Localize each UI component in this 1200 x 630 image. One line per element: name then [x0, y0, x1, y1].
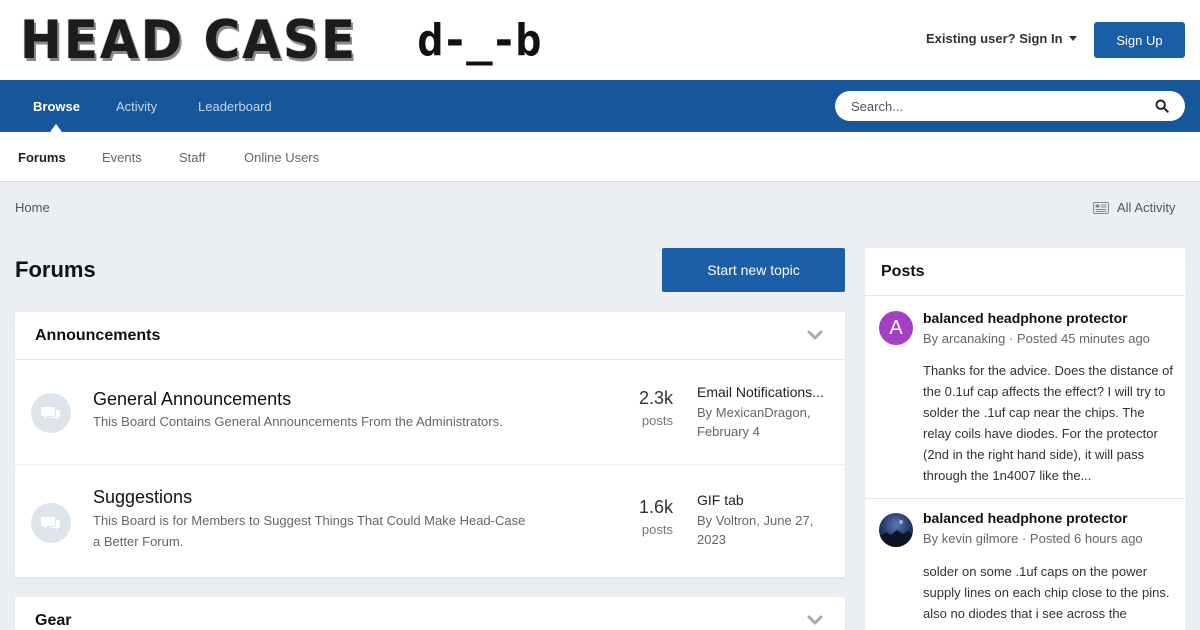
active-nav-pointer [50, 124, 62, 132]
page-title: Forums [15, 257, 96, 282]
category-gear: Gear [15, 597, 845, 630]
tab-forums[interactable]: Forums [18, 132, 66, 182]
last-post-author: By MexicanDragon, [697, 405, 811, 420]
nav-leaderboard[interactable]: Leaderboard [198, 80, 272, 132]
panel-title: Posts [865, 248, 1185, 296]
recent-post-item: balanced headphone protector By kevin gi… [865, 499, 1185, 630]
start-new-topic-button[interactable]: Start new topic [662, 248, 845, 292]
forum-post-count: 1.6k [638, 497, 673, 517]
all-activity-link[interactable]: All Activity [1093, 200, 1176, 215]
last-post-title[interactable]: Email Notifications... [697, 384, 837, 400]
avatar-photo [879, 520, 913, 547]
post-excerpt: Thanks for the advice. Does the distance… [923, 363, 1174, 483]
forum-chat-icon [31, 503, 71, 543]
forum-description: This Board Contains General Announcement… [93, 414, 503, 429]
sign-in-label: Existing user? Sign In [926, 31, 1063, 46]
post-excerpt: solder on some .1uf caps on the power su… [923, 564, 1170, 621]
logo-face: d-_-b [417, 14, 541, 66]
avatar[interactable]: A [879, 311, 913, 345]
forum-chat-icon [31, 393, 71, 433]
forum-post-count-label: posts [641, 522, 673, 537]
sign-in-link[interactable]: Existing user? Sign In [926, 31, 1077, 46]
category-header: Gear [15, 597, 845, 630]
secondary-nav: Forums Events Staff Online Users [0, 132, 1200, 182]
last-post-date: February 4 [697, 424, 760, 439]
logo-text: HEAD CASE [20, 9, 358, 71]
forum-title[interactable]: General Announcements [93, 389, 291, 410]
tab-events[interactable]: Events [102, 132, 142, 182]
activity-feed-icon [1093, 201, 1109, 214]
forum-row: Suggestions This Board is for Members to… [15, 465, 845, 576]
last-post-title[interactable]: GIF tab [697, 492, 837, 508]
post-meta: By kevin gilmore · Posted 6 hours ago [923, 531, 1143, 546]
tab-staff[interactable]: Staff [179, 132, 206, 182]
search-icon[interactable] [1155, 99, 1169, 113]
category-announcements: Announcements General Announcements This… [15, 312, 845, 577]
forum-post-count: 2.3k [638, 388, 673, 408]
last-post-date: 2023 [697, 532, 726, 547]
last-post-author: By Voltron, June 27, [697, 513, 814, 528]
forum-description: This Board is for Members to Suggest Thi… [93, 513, 526, 528]
category-header: Announcements [15, 312, 845, 360]
forum-row: General Announcements This Board Contain… [15, 360, 845, 465]
search-input[interactable] [851, 98, 1141, 114]
post-meta: By arcanaking · Posted 45 minutes ago [923, 331, 1150, 346]
nav-activity[interactable]: Activity [116, 80, 157, 132]
all-activity-label: All Activity [1117, 200, 1176, 215]
breadcrumb-home[interactable]: Home [15, 200, 50, 215]
post-title[interactable]: balanced headphone protector [923, 310, 1128, 326]
category-title: Announcements [35, 326, 161, 344]
category-title: Gear [35, 611, 72, 629]
site-logo[interactable]: HEAD CASE d-_-b [20, 6, 542, 74]
chevron-down-icon[interactable] [807, 330, 823, 340]
forum-post-count-label: posts [641, 413, 673, 428]
sign-up-button[interactable]: Sign Up [1094, 22, 1185, 58]
recent-post-item: A balanced headphone protector By arcana… [865, 297, 1185, 498]
post-title[interactable]: balanced headphone protector [923, 510, 1128, 526]
forum-description-line-2: a Better Forum. [93, 534, 184, 549]
avatar[interactable] [879, 513, 913, 547]
tab-online-users[interactable]: Online Users [244, 132, 319, 182]
search-box [835, 91, 1185, 121]
recent-posts-panel: Posts A balanced headphone protector By … [865, 248, 1185, 630]
chevron-down-icon[interactable] [807, 615, 823, 625]
caret-down-icon [1068, 36, 1077, 41]
site-header: HEAD CASE d-_-b Existing user? Sign In S… [0, 0, 1200, 80]
forum-title[interactable]: Suggestions [93, 487, 192, 508]
